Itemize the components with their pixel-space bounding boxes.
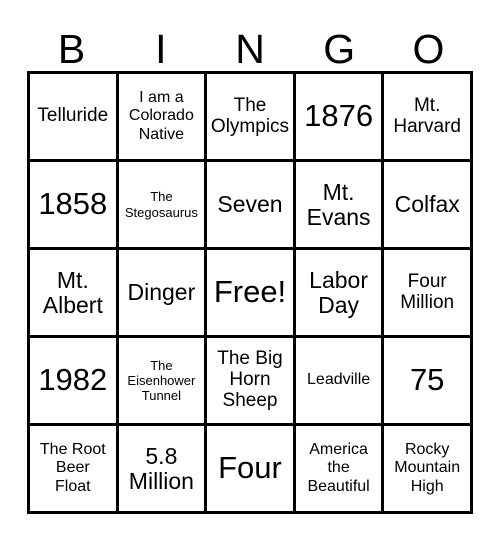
bingo-cell-label: The Big Horn Sheep [217, 348, 283, 411]
bingo-cell[interactable]: Four Million [384, 250, 473, 338]
bingo-cell[interactable]: 1982 [30, 338, 119, 426]
bingo-cell-label: Labor Day [309, 267, 368, 318]
bingo-cell-label: The Stegosaurus [124, 189, 198, 220]
header-letter-g: G [323, 26, 356, 72]
bingo-cell[interactable]: Mt. Evans [295, 162, 385, 250]
bingo-cell-label: 75 [409, 362, 445, 398]
bingo-cell-label: America the Beautiful [307, 441, 370, 495]
bingo-cell-label: Mt. Albert [42, 267, 103, 318]
bingo-cell-free[interactable]: Free! [207, 250, 296, 338]
bingo-cell-label: Telluride [37, 105, 109, 127]
bingo-card: B I N G O Telluride I am a Colorado Nativ… [0, 0, 501, 544]
bingo-cell[interactable]: Seven [207, 162, 296, 250]
bingo-grid: Telluride I am a Colorado Native The Olymp… [27, 71, 473, 514]
bingo-cell-label: Mt. Harvard [393, 94, 461, 137]
bingo-cell[interactable]: 1858 [30, 162, 119, 250]
bingo-cell-label: 1858 [38, 186, 108, 222]
header-letter-n: N [235, 26, 265, 72]
bingo-cell-label: 1982 [38, 362, 108, 398]
bingo-cell[interactable]: Mt. Harvard [384, 74, 473, 162]
bingo-cell-label: Free! [213, 274, 287, 310]
bingo-cell[interactable]: Telluride [30, 74, 119, 162]
bingo-cell[interactable]: Leadville [295, 338, 385, 426]
bingo-cell-label: The Eisenhower Tunnel [127, 357, 196, 404]
bingo-cell[interactable]: The Olympics [207, 74, 296, 162]
bingo-cell-label: Mt. Evans [306, 179, 371, 230]
header-letter-b: B [57, 26, 86, 72]
bingo-cell-label: Colfax [394, 191, 460, 218]
bingo-cell-label: The Olympics [210, 94, 290, 137]
bingo-header: B I N G O [27, 18, 473, 70]
bingo-cell-label: Rocky Mountain High [394, 441, 461, 495]
bingo-cell[interactable]: The Eisenhower Tunnel [118, 338, 208, 426]
bingo-cell[interactable]: Dinger [118, 250, 208, 338]
bingo-cell[interactable]: America the Beautiful [295, 426, 385, 514]
bingo-cell[interactable]: The Big Horn Sheep [207, 338, 296, 426]
bingo-cell-label: Four [218, 450, 282, 486]
bingo-cell[interactable]: Colfax [384, 162, 473, 250]
bingo-cell[interactable]: Mt. Albert [30, 250, 119, 338]
bingo-cell[interactable]: I am a Colorado Native [118, 74, 208, 162]
bingo-cell-label: I am a Colorado Native [128, 89, 194, 143]
bingo-cell-label: Dinger [127, 279, 196, 306]
bingo-cell-label: Leadville [307, 371, 371, 389]
bingo-cell[interactable]: The Stegosaurus [118, 162, 208, 250]
bingo-cell-label: 5.8 Million [128, 443, 194, 494]
bingo-cell[interactable]: Labor Day [295, 250, 385, 338]
bingo-cell[interactable]: The Root Beer Float [30, 426, 119, 514]
bingo-cell[interactable]: 75 [384, 338, 473, 426]
header-letter-i: I [155, 26, 167, 72]
bingo-cell-label: The Root Beer Float [39, 441, 106, 495]
bingo-cell-label: 1876 [304, 98, 374, 134]
bingo-cell[interactable]: Four [207, 426, 296, 514]
bingo-cell[interactable]: 5.8 Million [118, 426, 208, 514]
bingo-cell[interactable]: 1876 [295, 74, 385, 162]
bingo-cell-label: Seven [217, 191, 283, 218]
bingo-cell-label: Four Million [400, 270, 455, 313]
header-letter-o: O [412, 26, 445, 72]
bingo-cell[interactable]: Rocky Mountain High [384, 426, 473, 514]
